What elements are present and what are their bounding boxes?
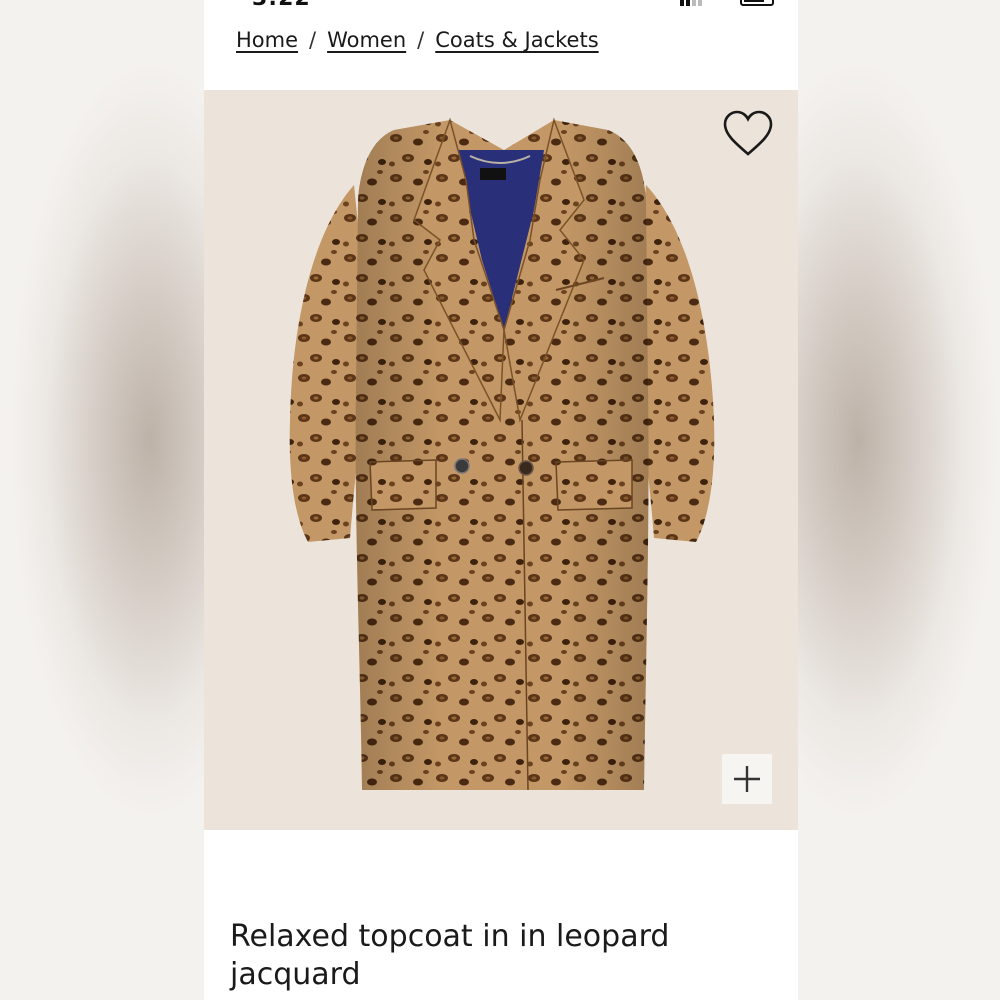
breadcrumb-separator: / bbox=[417, 28, 425, 52]
breadcrumb-separator: / bbox=[309, 28, 317, 52]
product-title: Relaxed topcoat in in leopard jacquard bbox=[230, 919, 670, 993]
breadcrumb-coats-jackets[interactable]: Coats & Jackets bbox=[435, 28, 598, 52]
breadcrumb-home[interactable]: Home bbox=[236, 28, 298, 52]
breadcrumb-women[interactable]: Women bbox=[327, 28, 406, 52]
plus-icon bbox=[734, 766, 760, 792]
coat-label bbox=[480, 168, 506, 180]
coat-illustration bbox=[289, 117, 715, 791]
status-bar: 3:22 bbox=[204, 0, 798, 12]
background-blur-right bbox=[798, 0, 1000, 1000]
product-image[interactable] bbox=[204, 90, 798, 830]
mobile-page: 3:22 Home / Women / Coats & Jackets bbox=[204, 0, 798, 1000]
wishlist-heart-icon[interactable] bbox=[722, 110, 774, 158]
battery-icon bbox=[740, 0, 774, 6]
breadcrumb: Home / Women / Coats & Jackets bbox=[236, 28, 599, 52]
status-time: 3:22 bbox=[252, 0, 311, 11]
status-icons bbox=[680, 0, 774, 6]
wifi-icon bbox=[712, 0, 730, 6]
background-blur-left bbox=[0, 0, 204, 1000]
zoom-button[interactable] bbox=[722, 754, 772, 804]
signal-icon bbox=[680, 0, 702, 6]
